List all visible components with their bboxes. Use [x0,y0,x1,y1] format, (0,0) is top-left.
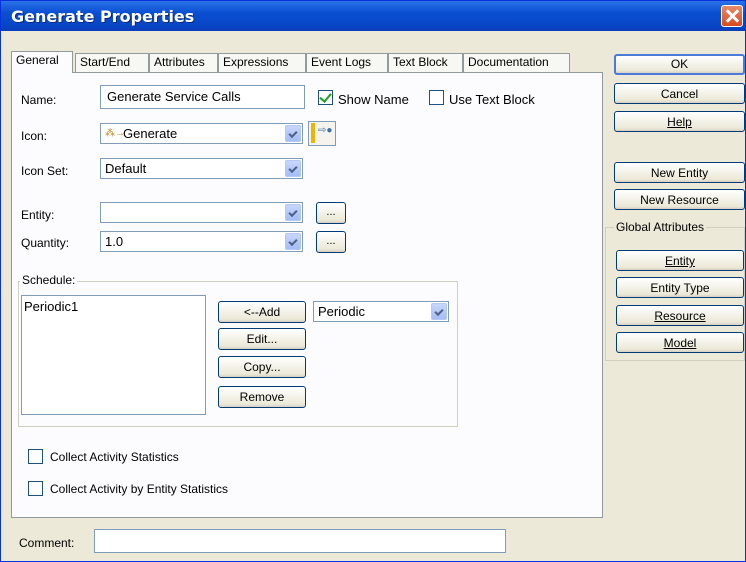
schedule-type-select[interactable]: Periodic [313,301,449,322]
use-text-block-checkbox[interactable] [429,90,444,105]
chevron-down-icon [285,233,301,250]
generate-icon: ⁂→ [105,128,125,139]
comment-label: Comment: [19,536,75,550]
quantity-select[interactable]: 1.0 [100,231,303,252]
chevron-down-icon [285,160,301,177]
tab-general[interactable]: General [11,51,73,73]
collect-entity-label: Collect Activity by Entity Statistics [50,482,229,496]
icon-select-value: Generate [123,126,178,141]
chevron-down-icon [431,303,447,320]
collect-activity-label: Collect Activity Statistics [50,450,179,464]
name-label: Name: [21,93,57,107]
collect-activity-checkbox[interactable] [28,449,43,464]
global-resource-label: Resource [654,309,706,323]
name-field[interactable]: Generate Service Calls [100,85,305,109]
global-entity-button[interactable]: Entity [616,250,744,271]
remove-schedule-button[interactable]: Remove [218,386,306,408]
new-entity-label: New Entity [650,166,709,180]
global-model-label: Model [663,336,697,350]
icon-preview-icon [311,123,315,143]
comment-field[interactable] [94,529,506,553]
schedule-legend: Schedule: [20,273,78,287]
tab-attributes[interactable]: Attributes [149,53,218,72]
quantity-label: Quantity: [21,236,70,250]
entity-select[interactable] [100,202,303,223]
icon-label: Icon: [21,129,48,143]
cancel-button[interactable]: Cancel [614,83,745,104]
tab-start-end[interactable]: Start/End [75,53,149,72]
window-title: Generate Properties [11,7,195,26]
new-resource-button[interactable]: New Resource [614,189,745,210]
tab-documentation[interactable]: Documentation [463,53,570,72]
title-bar: Generate Properties [1,1,745,31]
chevron-down-icon [285,125,301,142]
add-schedule-button[interactable]: <--Add [218,301,306,323]
ok-button[interactable]: OK [614,54,745,75]
close-icon[interactable] [721,5,743,27]
global-entity-type-button[interactable]: Entity Type [616,277,744,298]
use-text-block-label: Use Text Block [449,92,535,107]
copy-schedule-button[interactable]: Copy... [218,356,306,378]
global-model-button[interactable]: Model [616,332,744,353]
list-item[interactable]: Periodic1 [24,299,203,314]
show-name-checkbox[interactable] [318,90,333,105]
new-resource-label: New Resource [640,193,719,207]
general-tab-panel: Name: Generate Service Calls Show Name U… [11,72,603,518]
show-name-label: Show Name [338,92,409,107]
global-attributes-legend: Global Attributes [614,220,707,234]
schedule-type-value: Periodic [318,304,365,319]
icon-picker-button[interactable]: ⇨● [308,121,336,146]
generate-properties-dialog: Generate Properties General Start/End At… [0,0,746,562]
entity-browse-button[interactable]: ... [316,202,346,224]
global-resource-button[interactable]: Resource [616,305,744,326]
help-label: Help [667,115,692,129]
icon-set-label: Icon Set: [21,164,69,178]
icon-set-select[interactable]: Default [100,158,303,179]
quantity-browse-button[interactable]: ... [316,231,346,253]
global-entity-label: Entity [664,254,695,268]
help-button[interactable]: Help [614,111,745,132]
chevron-down-icon [285,204,301,221]
global-entity-type-label: Entity Type [650,281,710,295]
new-entity-button[interactable]: New Entity [614,162,745,183]
edit-schedule-button[interactable]: Edit... [218,328,306,350]
tab-expressions[interactable]: Expressions [218,53,306,72]
tab-text-block[interactable]: Text Block [388,53,463,72]
icon-select[interactable]: ⁂→ Generate [100,123,303,144]
quantity-value: 1.0 [105,234,124,249]
icon-set-value: Default [105,161,147,176]
schedule-list[interactable]: Periodic1 [21,295,206,415]
entity-label: Entity: [21,208,55,222]
collect-entity-checkbox[interactable] [28,481,43,496]
tab-event-logs[interactable]: Event Logs [306,53,388,72]
